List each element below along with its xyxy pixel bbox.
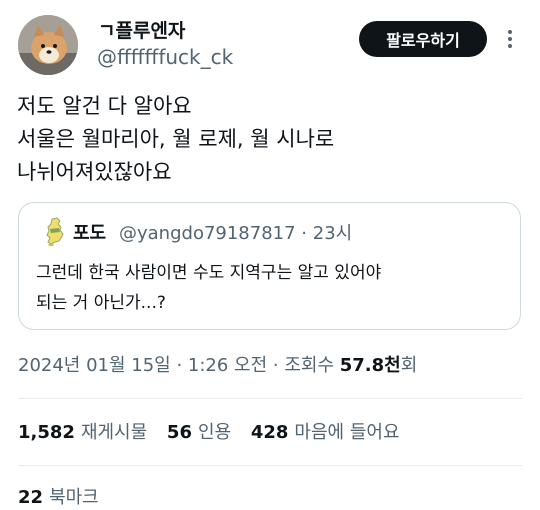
quotes-stat[interactable]: 56 인용 — [167, 421, 231, 445]
quotes-label: 인용 — [197, 422, 232, 443]
quoted-tweet-line: 그런데 한국 사람이면 수도 지역구는 알고 있어야 — [36, 263, 382, 283]
bookmarks-stat[interactable]: 22 북마크 — [18, 486, 99, 510]
quotes-count: 56 — [166, 422, 192, 443]
tweet-timestamp[interactable]: 2024년 01월 15일 · 1:26 오전 · 조회수 57.8천회 — [18, 354, 417, 378]
tweet-text: 저도 알건 다 알아요 서울은 월마리아, 월 로제, 월 시나로 나뉘어져있잖… — [17, 90, 522, 189]
tweet-stats: 1,582 재게시물 56 인용 428 마음에 들어요 — [18, 421, 414, 445]
retweets-count: 1,582 — [18, 422, 75, 443]
quoted-tweet-line: 되는 거 아닌가...? — [36, 293, 166, 313]
tweet-line: 서울은 월마리아, 월 로제, 월 시나로 — [17, 127, 335, 151]
views-count: 57.8천 — [339, 355, 401, 376]
author-handle[interactable]: @fffffffuck_ck — [97, 46, 233, 68]
quoted-tweet-card[interactable]: 포도 @yangdo79187817 · 23시 그런데 한국 사람이면 수도 … — [18, 202, 521, 330]
divider — [18, 398, 522, 399]
quoted-tweet-text: 그런데 한국 사람이면 수도 지역구는 알고 있어야 되는 거 아닌가...? — [36, 258, 506, 318]
likes-stat[interactable]: 428 마음에 들어요 — [251, 421, 400, 445]
tweet-line: 나뉘어져있잖아요 — [17, 160, 172, 184]
more-options-icon[interactable] — [502, 24, 518, 56]
author-display-name[interactable]: ㄱ플루엔자 — [98, 20, 185, 42]
retweets-label: 재게시물 — [80, 422, 148, 443]
korea-map-icon — [42, 217, 68, 247]
tweet-line: 저도 알건 다 알아요 — [17, 94, 192, 118]
quoted-author-handle-time: @yangdo79187817 · 23시 — [119, 223, 353, 244]
follow-button[interactable]: 팔로우하기 — [359, 21, 487, 57]
tweet-datetime: 2024년 01월 15일 · 1:26 오전 · 조회수 — [18, 355, 340, 376]
bookmarks-count: 22 — [18, 487, 44, 508]
author-avatar[interactable] — [18, 15, 78, 75]
bookmarks-label: 북마크 — [49, 487, 99, 508]
divider — [18, 465, 522, 466]
likes-count: 428 — [250, 422, 289, 443]
views-suffix: 회 — [400, 355, 418, 376]
likes-label: 마음에 들어요 — [294, 422, 400, 443]
quoted-author-name: 포도 — [73, 223, 107, 244]
retweets-stat[interactable]: 1,582 재게시물 — [18, 421, 147, 445]
